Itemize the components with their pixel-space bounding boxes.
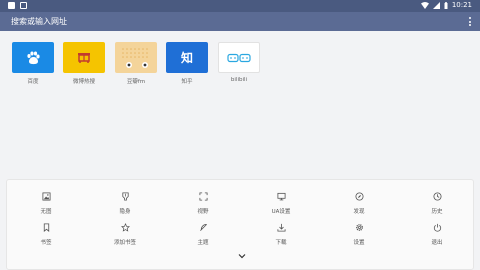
tool-label: 历史: [431, 209, 443, 215]
shortcut-weibo-hot[interactable]: [63, 42, 105, 73]
power-icon: [433, 223, 441, 232]
tool-exit[interactable]: 退出: [412, 223, 462, 253]
tool-ua-settings[interactable]: UA设置: [256, 192, 306, 222]
paw-icon: [27, 51, 40, 64]
radio-icon: [122, 48, 148, 68]
image-icon: [41, 192, 51, 201]
tools-panel: 无图 隐身 视野 UA设置 发现 历史 书签 添加书签 主题 下载 设置 退出: [6, 179, 474, 270]
shortcut-bilibili[interactable]: [218, 42, 260, 73]
tool-label: 主题: [197, 240, 209, 246]
tool-label: 发现: [353, 209, 365, 215]
tool-bookmarks[interactable]: 书签: [21, 223, 71, 253]
tool-history[interactable]: 历史: [412, 192, 462, 222]
compass-icon: [354, 192, 364, 201]
feather-icon: [199, 223, 207, 231]
battery-icon: [444, 1, 448, 9]
zhihu-icon: 知: [180, 51, 193, 65]
clock-time: 10:21: [451, 1, 472, 9]
chevron-down-icon[interactable]: [237, 252, 247, 260]
shortcut-baidu[interactable]: [12, 42, 54, 73]
download-icon: [276, 223, 286, 232]
star-icon: [120, 223, 130, 232]
weibo-hot-icon: [78, 52, 90, 63]
signal-icon: [432, 1, 440, 9]
tool-label: 添加书签: [113, 240, 136, 246]
tool-download[interactable]: 下载: [256, 223, 306, 253]
tool-no-image[interactable]: 无图: [21, 192, 71, 222]
tool-add-bookmark[interactable]: 添加书签: [100, 223, 150, 253]
fullscreen-icon: [198, 192, 208, 201]
tool-theme[interactable]: 主题: [178, 223, 228, 253]
overflow-menu-icon[interactable]: [466, 15, 474, 28]
tool-label: 无图: [40, 209, 52, 215]
tool-label: 书签: [40, 240, 52, 246]
incognito-icon: [121, 192, 129, 201]
tool-settings[interactable]: 设置: [334, 223, 384, 253]
shortcut-label-zhihu: 知乎: [181, 79, 193, 85]
clock-icon: [432, 192, 442, 201]
tool-incognito[interactable]: 隐身: [100, 192, 150, 222]
tool-discover[interactable]: 发现: [334, 192, 384, 222]
gear-icon: [355, 224, 363, 231]
tool-label: 退出: [431, 240, 443, 246]
bilibili-logo: [227, 53, 251, 62]
bookmark-icon: [43, 223, 49, 232]
monitor-icon: [276, 192, 286, 201]
tool-label: 下载: [275, 240, 287, 246]
notification-image-icon: [8, 2, 15, 9]
wifi-icon: [420, 1, 429, 9]
tool-label: 设置: [353, 240, 365, 246]
shortcut-zhihu[interactable]: 知: [166, 42, 208, 73]
tool-label: 隐身: [119, 209, 131, 215]
home-page: 百度 微博热搜 豆瓣fm 知 知乎 bilibili: [0, 31, 480, 171]
notification-icon: [20, 2, 27, 9]
tool-label: 视野: [197, 209, 209, 215]
shortcut-label-bilibili: bilibili: [230, 77, 248, 83]
tool-field-of-view[interactable]: 视野: [178, 192, 228, 222]
address-bar: 搜索或输入网址: [0, 12, 480, 31]
shortcut-douban-fm[interactable]: [115, 42, 157, 73]
shortcut-label-weibo: 微博热搜: [72, 79, 95, 85]
url-search-field[interactable]: 搜索或输入网址: [11, 16, 67, 27]
status-bar: 10:21: [0, 0, 480, 12]
tool-label: UA设置: [271, 209, 291, 215]
